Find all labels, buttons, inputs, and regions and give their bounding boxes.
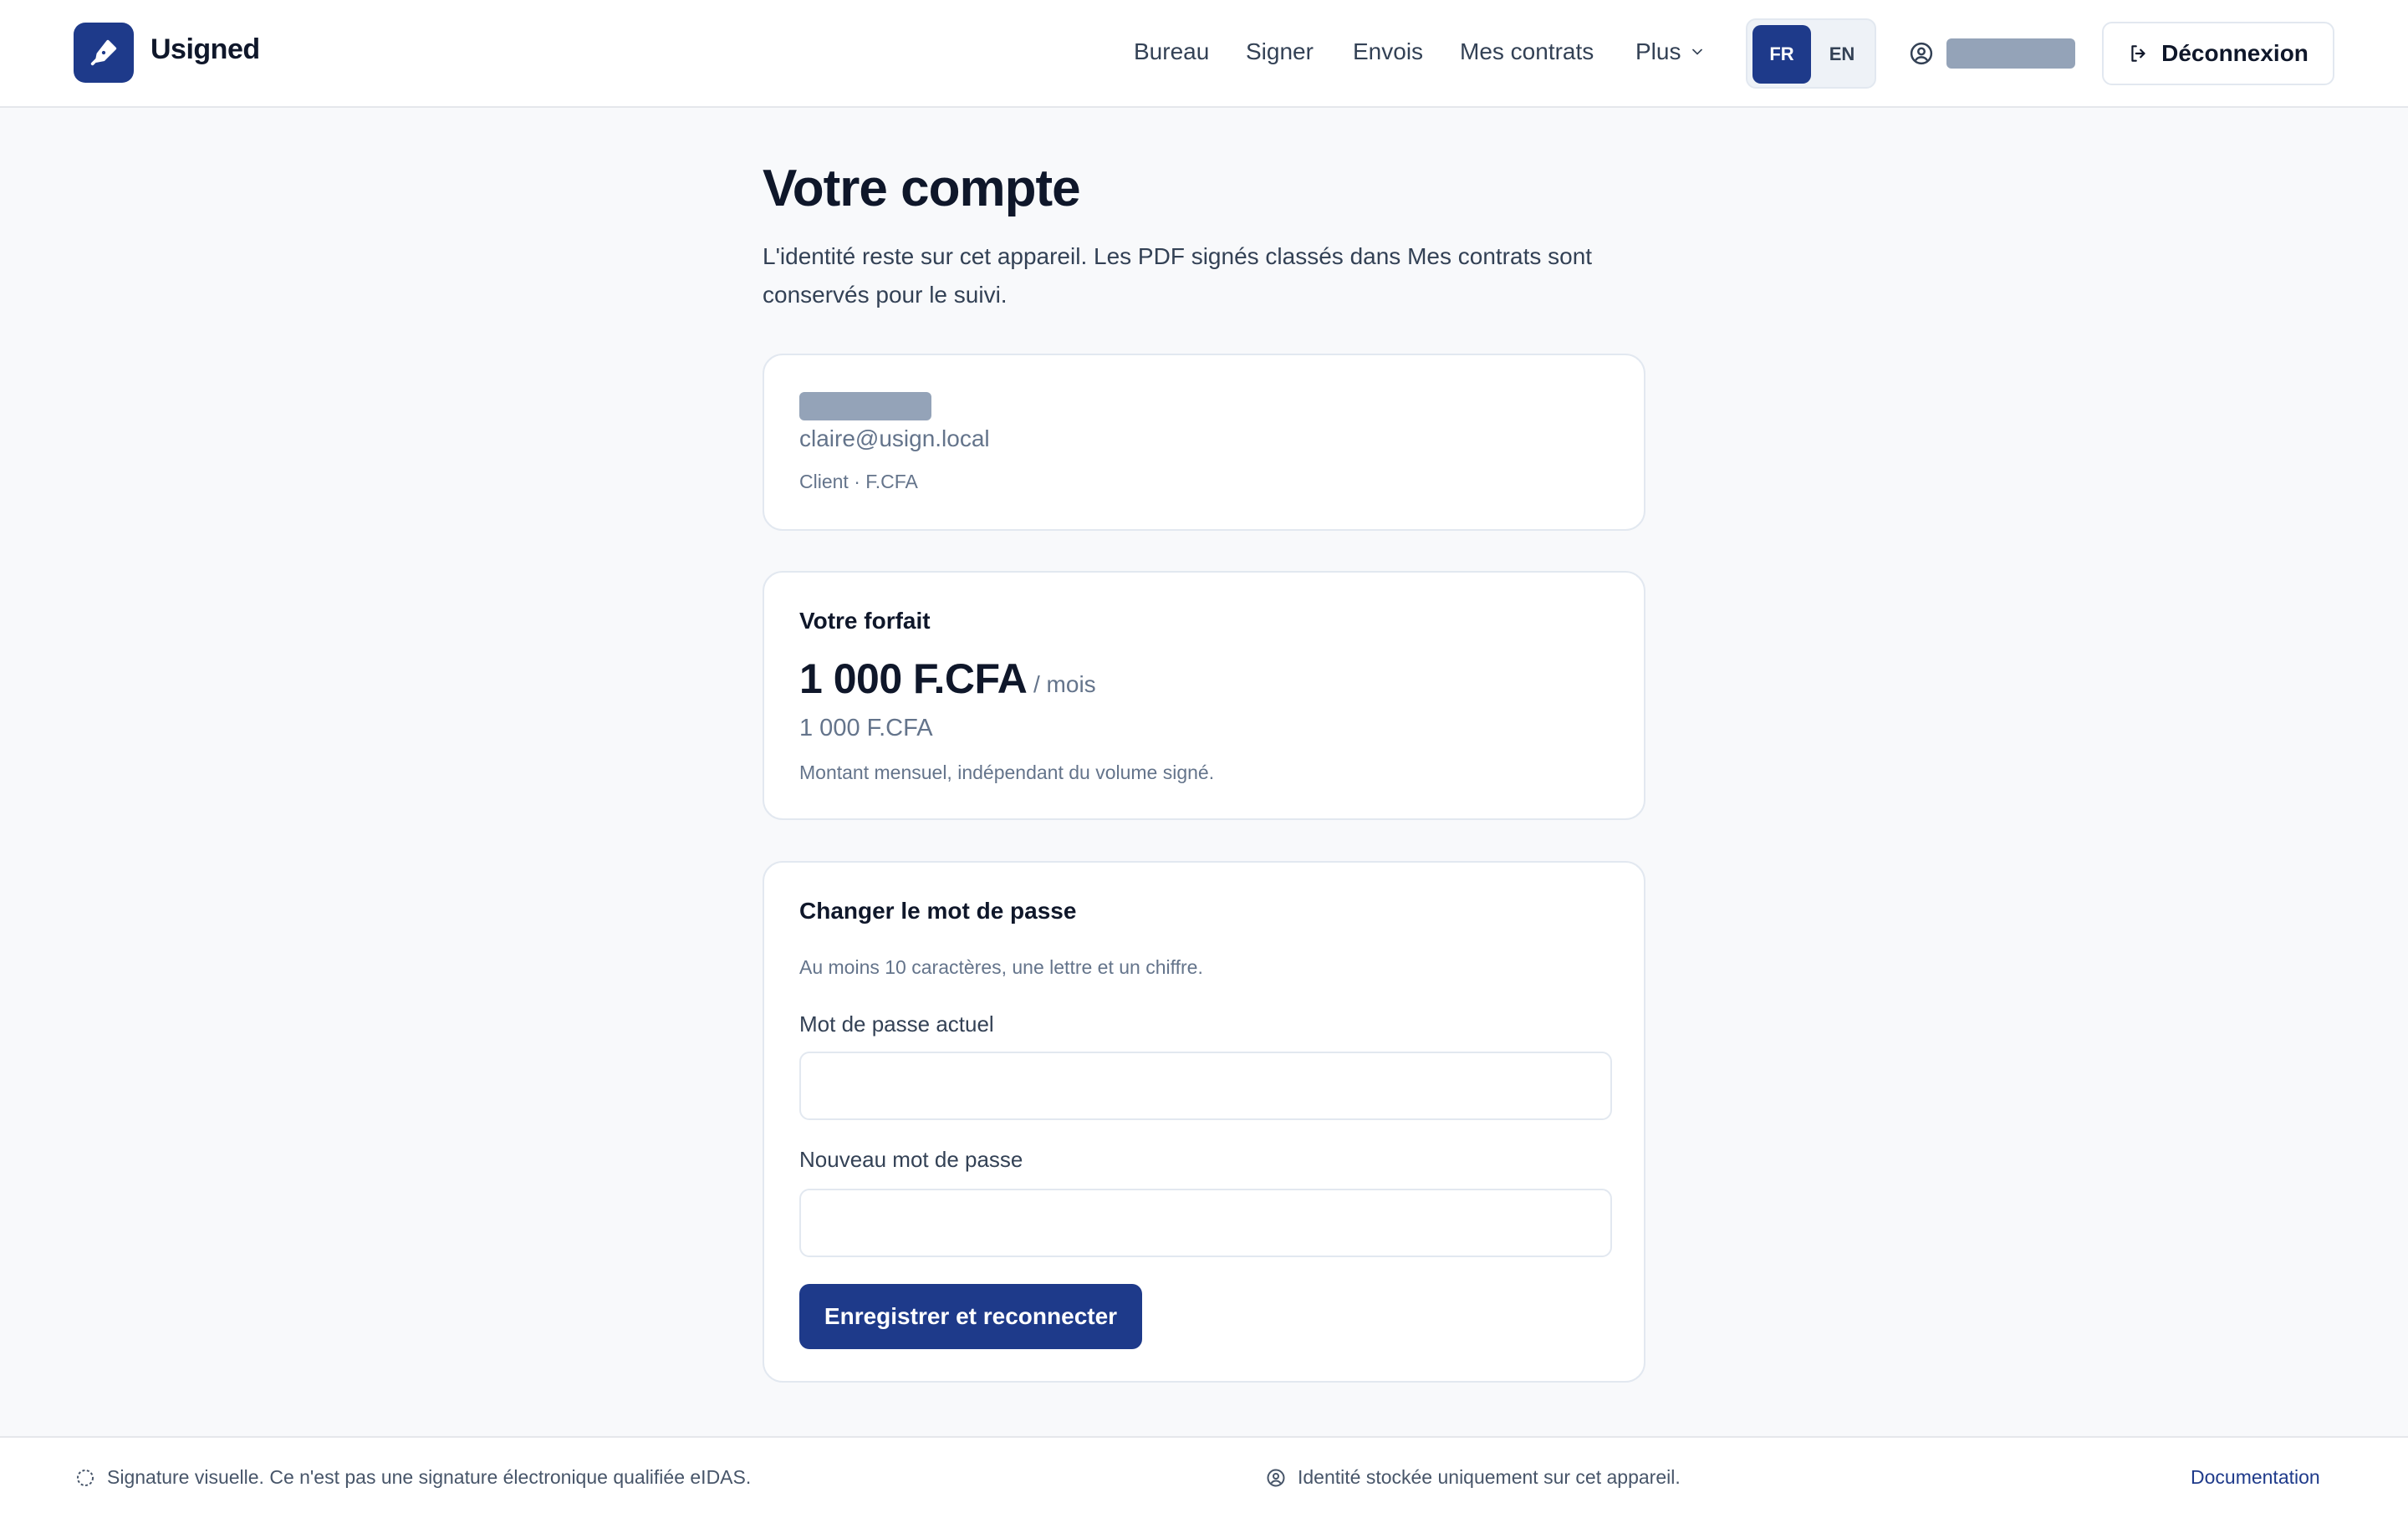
- brand-name[interactable]: Usigned: [150, 33, 260, 66]
- page-description: L'identité reste sur cet appareil. Les P…: [763, 243, 1593, 308]
- chevron-down-icon: [1692, 48, 1703, 55]
- current-password-label: Mot de passe actuel: [799, 1011, 994, 1037]
- lang-fr-button[interactable]: FR: [1752, 25, 1811, 84]
- nav-plus-menu[interactable]: Plus: [1635, 38, 1706, 65]
- plan-heading: Votre forfait: [799, 608, 931, 634]
- plan-note: Montant mensuel, indépendant du volume s…: [799, 762, 1215, 783]
- circle-dashed-icon: [77, 1469, 94, 1486]
- identity-card: claire@usign.local Client · F.CFA: [763, 354, 1645, 531]
- documentation-link[interactable]: Documentation: [2191, 1466, 2320, 1489]
- logout-icon: [2131, 45, 2145, 62]
- plan-price: 1 000 F.CFA: [799, 655, 1028, 702]
- new-password-label: Nouveau mot de passe: [799, 1147, 1023, 1172]
- top-header: Usigned Bureau Signer Envois Mes contrat…: [0, 0, 2408, 108]
- nav-bureau[interactable]: Bureau: [1134, 38, 1209, 65]
- plan-period: / mois: [1033, 671, 1096, 697]
- save-and-reconnect-button[interactable]: Enregistrer et reconnecter: [799, 1284, 1142, 1349]
- logout-label: Déconnexion: [2161, 40, 2309, 66]
- plan-sub-price: 1 000 F.CFA: [799, 715, 933, 741]
- current-password-input[interactable]: [799, 1052, 1612, 1120]
- logout-button[interactable]: Déconnexion: [2102, 22, 2334, 85]
- account-role: Client · F.CFA: [799, 471, 918, 492]
- password-heading: Changer le mot de passe: [799, 898, 1077, 924]
- nav-mes-contrats[interactable]: Mes contrats: [1460, 38, 1594, 65]
- language-switch: FR EN: [1746, 18, 1876, 89]
- password-card: Changer le mot de passe Au moins 10 cara…: [763, 861, 1645, 1383]
- footer: Signature visuelle. Ce n'est pas une sig…: [0, 1436, 2408, 1518]
- account-email: claire@usign.local: [799, 425, 990, 451]
- footer-left-text: Signature visuelle. Ce n'est pas une sig…: [107, 1466, 752, 1488]
- user-circle-icon: [1267, 1469, 1285, 1486]
- nav-envois[interactable]: Envois: [1353, 38, 1423, 65]
- password-hint: Au moins 10 caractères, une lettre et un…: [799, 956, 1203, 978]
- plan-card: Votre forfait 1 000 F.CFA / mois 1 000 F…: [763, 571, 1645, 820]
- page-title: Votre compte: [763, 160, 1081, 217]
- app-logo[interactable]: [74, 23, 134, 83]
- nav-plus-label: Plus: [1635, 38, 1681, 64]
- new-password-input[interactable]: [799, 1189, 1612, 1257]
- footer-identity-notice: Identité stockée uniquement sur cet appa…: [1266, 1466, 1681, 1489]
- footer-signature-notice: Signature visuelle. Ce n'est pas une sig…: [75, 1466, 751, 1489]
- user-circle-icon: [1910, 42, 1933, 65]
- pen-nib-icon: [90, 39, 117, 66]
- nav-signer[interactable]: Signer: [1246, 38, 1314, 65]
- footer-center-text: Identité stockée uniquement sur cet appa…: [1298, 1466, 1681, 1488]
- lang-en-button[interactable]: EN: [1813, 25, 1871, 84]
- account-name-redacted: [799, 392, 931, 420]
- user-name-redacted: [1946, 38, 2075, 69]
